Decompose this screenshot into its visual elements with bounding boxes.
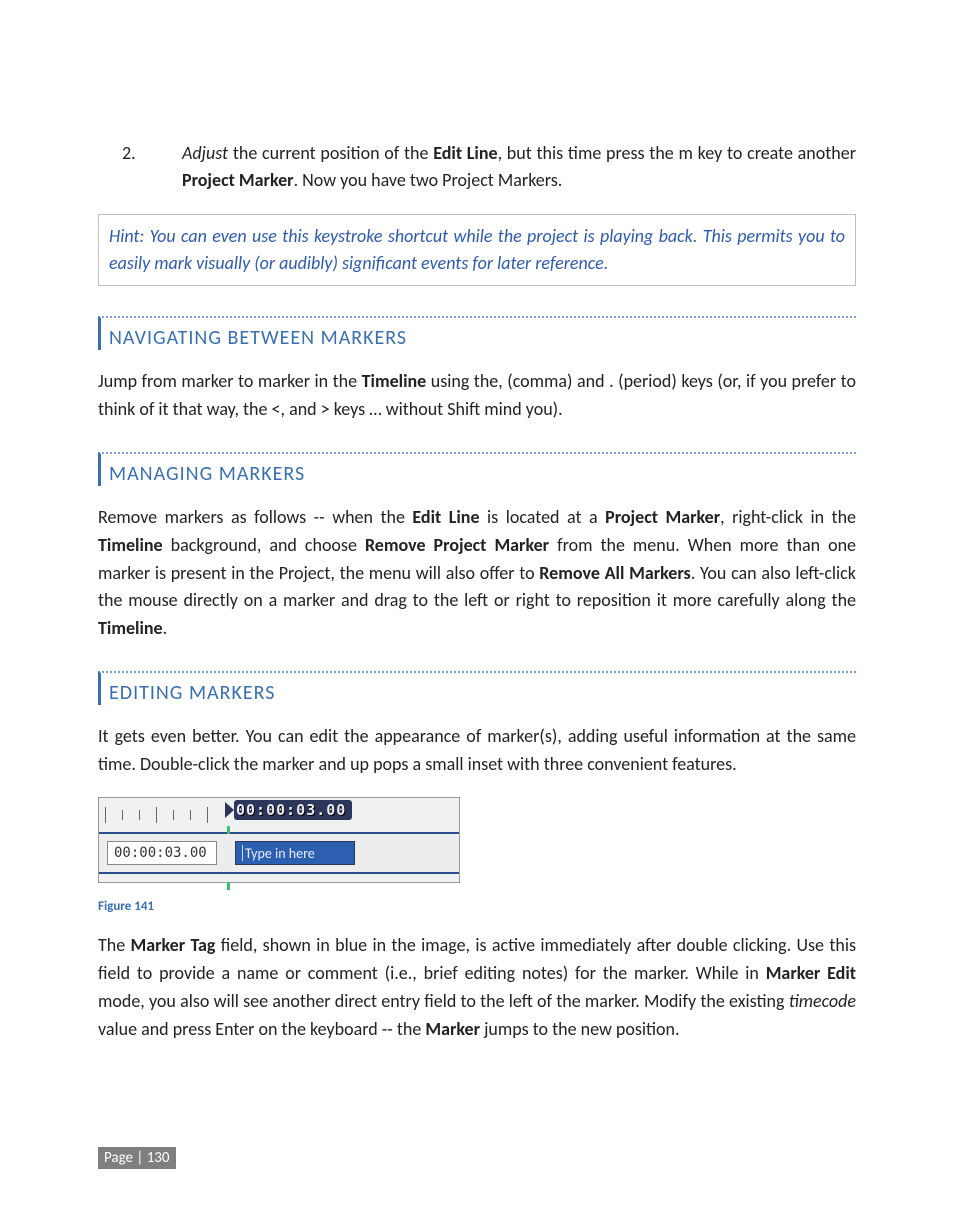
section-heading-editing: EDITING MARKERS — [98, 671, 856, 705]
page: 2. Adjust the current position of the Ed… — [0, 0, 954, 1227]
hint-text: Hint: You can even use this keystroke sh… — [109, 225, 845, 274]
playhead-timecode-pill: 00:00:03.00 — [225, 800, 352, 820]
playhead-timecode: 00:00:03.00 — [234, 800, 352, 820]
marker-tag-placeholder: Type in here — [245, 845, 315, 862]
paragraph-manage: Remove markers as follows -- when the Ed… — [98, 504, 856, 643]
paragraph-nav: Jump from marker to marker in the Timeli… — [98, 368, 856, 424]
marker-edit-figure: 00:00:03.00 00:00:03.00 Type in here — [98, 797, 460, 883]
timeline-ruler: 00:00:03.00 — [99, 798, 459, 832]
section-heading-managing: MANAGING MARKERS — [98, 452, 856, 486]
timecode-input-value: 00:00:03.00 — [114, 845, 207, 861]
hint-box: Hint: You can even use this keystroke sh… — [98, 214, 856, 286]
paragraph-edit-1: It gets even better. You can edit the ap… — [98, 723, 856, 779]
timecode-input[interactable]: 00:00:03.00 — [107, 841, 217, 865]
marker-handle-icon — [227, 826, 230, 834]
ruler-ticks — [99, 798, 233, 832]
list-content: Adjust the current position of the Edit … — [182, 140, 856, 194]
text-cursor-icon — [242, 845, 243, 861]
marker-tag-input[interactable]: Type in here — [235, 841, 355, 865]
figure-label: Figure 141 — [98, 899, 856, 914]
playhead-caret-icon — [225, 802, 234, 818]
page-footer: Page | 130 — [98, 1147, 176, 1169]
ordered-list-item-2: 2. Adjust the current position of the Ed… — [98, 140, 856, 194]
figure-bottom-strip — [99, 874, 459, 882]
marker-handle-icon — [227, 882, 230, 890]
heading-text: EDITING MARKERS — [109, 681, 275, 705]
paragraph-edit-2: The Marker Tag field, shown in blue in t… — [98, 932, 856, 1044]
heading-text: MANAGING MARKERS — [109, 462, 305, 486]
list-number: 2. — [98, 140, 182, 194]
marker-edit-row: 00:00:03.00 Type in here — [99, 832, 459, 874]
heading-text: NAVIGATING BETWEEN MARKERS — [109, 326, 407, 350]
section-heading-navigating: NAVIGATING BETWEEN MARKERS — [98, 316, 856, 350]
